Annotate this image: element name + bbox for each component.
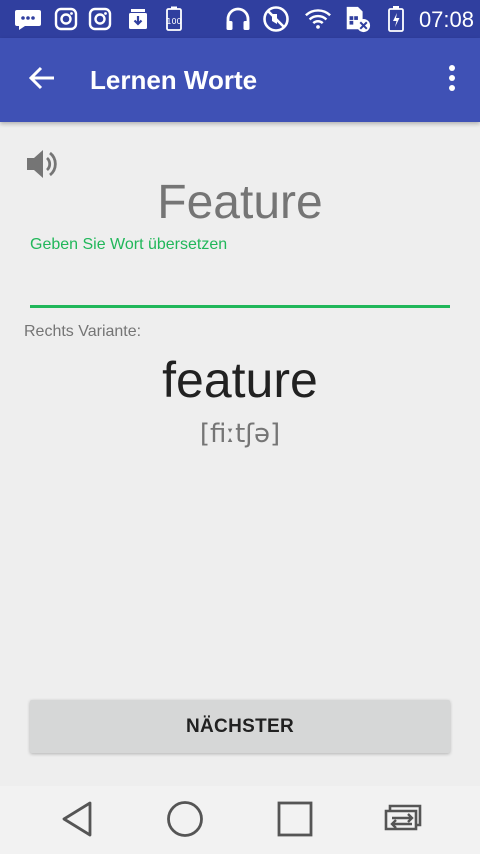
translation-input-label: Geben Sie Wort übersetzen (30, 236, 228, 253)
back-button[interactable] (20, 58, 64, 102)
nav-home-button[interactable] (160, 796, 210, 846)
page-title: Lernen Worte (90, 65, 258, 95)
foreign-word: Feature (157, 176, 323, 229)
battery-charging-icon (382, 5, 410, 33)
transcription: [fiːtʃə] (199, 419, 281, 449)
system-nav-bar (0, 786, 480, 854)
do-not-disturb-icon (262, 5, 290, 33)
screen: 100 07:08 Lernen Worte Feature Geben Sie… (0, 0, 480, 854)
translation-input-group: Geben Sie Wort übersetzen (30, 230, 450, 310)
switch-apps-icon (380, 802, 426, 841)
headphones-icon (224, 5, 252, 33)
app-bar: Lernen Worte (0, 38, 480, 122)
status-time: 07:08 (418, 7, 474, 32)
nav-switch-apps-button[interactable] (378, 796, 428, 846)
home-circle-icon (166, 800, 204, 843)
battery-saver-100-icon: 100 (160, 5, 188, 33)
notification-chat-icon (14, 5, 42, 33)
nav-back-button[interactable] (52, 796, 102, 846)
overflow-menu-button[interactable] (442, 58, 462, 102)
translation-input[interactable] (30, 266, 450, 302)
instagram-icon (52, 5, 80, 33)
instagram-icon (86, 5, 114, 33)
status-bar: 100 07:08 (0, 0, 480, 38)
more-vert-icon (448, 64, 456, 97)
next-button[interactable]: NÄCHSTER (30, 700, 450, 753)
wifi-icon (304, 5, 332, 33)
download-icon (124, 5, 152, 33)
input-underline (30, 305, 450, 308)
no-sim-icon (343, 5, 371, 33)
correct-answer: feature (162, 352, 318, 408)
back-triangle-icon (60, 800, 94, 843)
recents-square-icon (276, 800, 314, 843)
svg-text:100: 100 (166, 17, 181, 26)
nav-recents-button[interactable] (270, 796, 320, 846)
correct-variant-label: Rechts Variante: (24, 323, 142, 340)
arrow-back-icon (28, 66, 55, 95)
